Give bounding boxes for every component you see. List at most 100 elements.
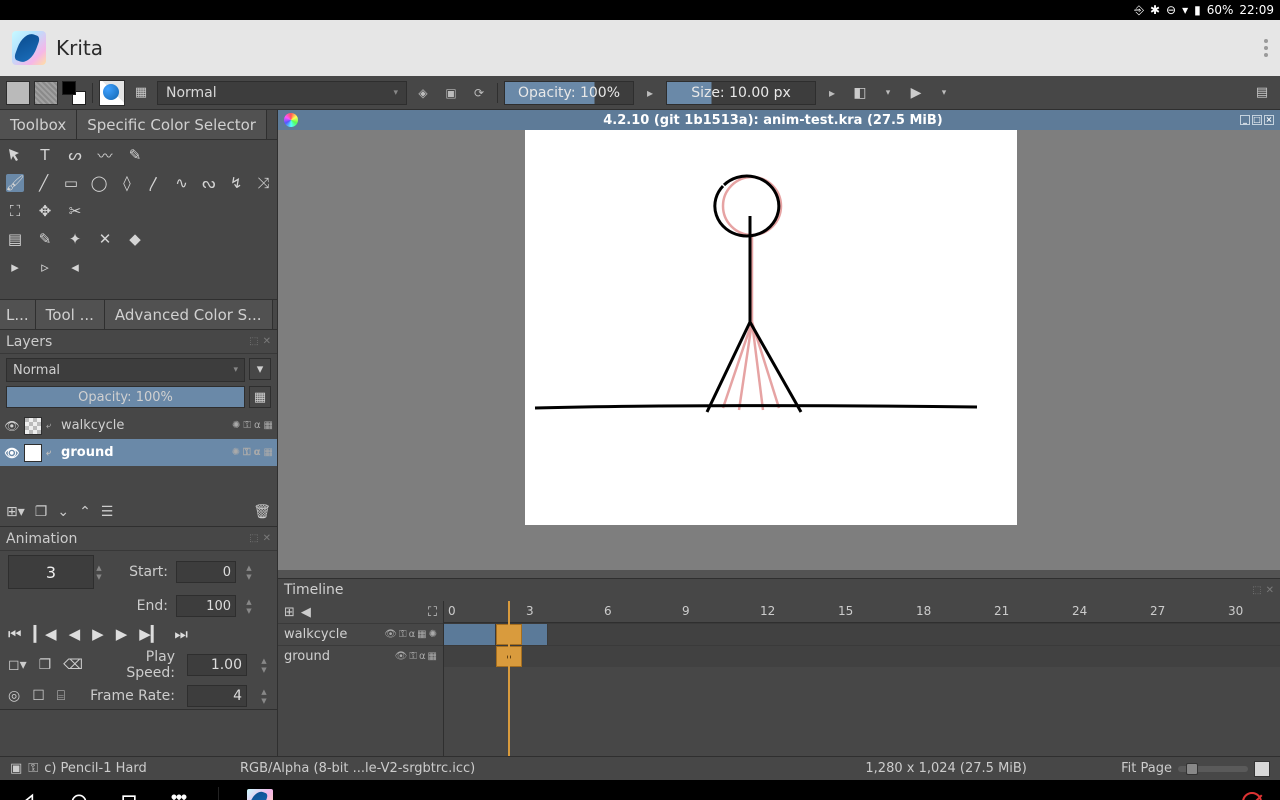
freehand-path-tool-icon[interactable]: ᔓ <box>201 174 216 192</box>
line-tool-icon[interactable]: ╱ <box>36 174 51 192</box>
size-slider[interactable]: Size: 10.00 px <box>666 81 816 105</box>
go-first-frame-icon[interactable]: ⏮ <box>8 625 22 643</box>
layer-opacity-options[interactable]: ▦ <box>249 386 271 408</box>
tab-specific-color[interactable]: Specific Color Selector <box>77 110 267 139</box>
tab-tool-options[interactable]: Tool ... <box>36 300 105 329</box>
recents-icon[interactable] <box>118 791 140 800</box>
multi-brush-tool-icon[interactable]: ⤨ <box>256 174 271 192</box>
tl-audio-icon[interactable]: ◀ <box>301 605 311 620</box>
app-drawer-icon[interactable] <box>168 791 190 800</box>
more-tools-1-icon[interactable]: ▸ <box>6 258 24 276</box>
audio-icon[interactable]: ☐ <box>32 688 45 704</box>
eye-icon[interactable]: 👁 <box>4 418 20 434</box>
current-frame-field[interactable]: 3 <box>8 555 94 589</box>
mirror-h-arrow-icon[interactable]: ▾ <box>876 82 900 104</box>
fit-page-label[interactable]: Fit Page <box>1121 761 1172 776</box>
workspace-chooser-icon[interactable]: ▤ <box>1250 82 1274 104</box>
play-icon[interactable]: ▶ <box>92 625 104 643</box>
bezier-tool-icon[interactable]: ∿ <box>174 174 189 192</box>
layer-filter-button[interactable]: ▾ <box>249 358 271 380</box>
tl-add-icon[interactable]: ⊞ <box>284 605 295 620</box>
del-frame-icon[interactable]: ⌫ <box>63 657 83 673</box>
dup-frame-icon[interactable]: ❐ <box>39 657 52 673</box>
maximize-icon[interactable]: □ <box>1252 115 1262 125</box>
timeline-track-ground[interactable]: ground 👁⚿α▦ <box>278 645 443 667</box>
go-next-key-icon[interactable]: ▶▎ <box>139 625 162 643</box>
gradient-tool-icon[interactable]: ✕ <box>96 230 114 248</box>
delete-layer-icon[interactable]: 🗑 <box>253 504 271 520</box>
move-tool-icon[interactable]: ✥ <box>36 202 54 220</box>
lock-icon[interactable]: ⚿ <box>243 420 251 431</box>
pattern-swatch[interactable] <box>34 81 58 105</box>
props-icon[interactable]: ▦ <box>264 420 273 431</box>
size-link-icon[interactable]: ▸ <box>820 82 844 104</box>
alpha-icon[interactable]: α <box>254 447 261 458</box>
go-prev-key-icon[interactable]: ▎◀ <box>34 625 57 643</box>
canvas-viewport[interactable] <box>278 130 1280 578</box>
mirror-v-arrow-icon[interactable]: ▾ <box>932 82 956 104</box>
drop-frames-icon[interactable]: ⌸ <box>57 688 65 704</box>
crop-tool-icon[interactable]: ✂ <box>66 202 84 220</box>
play-speed-field[interactable]: 1.00 <box>187 654 247 676</box>
duplicate-layer-icon[interactable]: ❐ <box>35 504 48 520</box>
add-layer-icon[interactable]: ⊞▾ <box>6 504 25 520</box>
eraser-icon[interactable]: ◈ <box>411 82 435 104</box>
timeline-playhead[interactable] <box>508 601 510 756</box>
tab-layers[interactable]: L... <box>0 300 36 329</box>
close-panel-icon[interactable]: ✕ <box>1266 585 1274 596</box>
brush-edit-icon[interactable]: ▦ <box>129 82 153 104</box>
home-icon[interactable] <box>68 791 90 800</box>
screen-rotation-lock-icon[interactable] <box>1242 792 1262 800</box>
ellipse-tool-icon[interactable]: ◯ <box>91 174 108 192</box>
tab-toolbox[interactable]: Toolbox <box>0 110 77 139</box>
tab-adv-color[interactable]: Advanced Color S... <box>105 300 273 329</box>
onion-icon[interactable]: ✺ <box>232 420 240 431</box>
mirror-horizontal-icon[interactable]: ◧ <box>848 82 872 104</box>
add-frame-icon[interactable]: ◻▾ <box>8 657 27 673</box>
calligraphy-tool-icon[interactable]: ᔕ <box>66 146 84 164</box>
brush-preset-button[interactable] <box>99 80 125 106</box>
dyna-tool-icon[interactable]: ↯ <box>228 174 243 192</box>
minimize-icon[interactable]: _ <box>1240 115 1250 125</box>
smart-patch-tool-icon[interactable]: ✦ <box>66 230 84 248</box>
layer-blend-combo[interactable]: Normal▾ <box>6 358 245 382</box>
layer-opacity-slider[interactable]: Opacity: 100% <box>6 386 245 408</box>
end-field[interactable]: 100 <box>176 595 236 617</box>
tl-zoom-icon[interactable]: ⛶ <box>428 605 437 620</box>
freehand-brush-tool-icon[interactable]: 🖌 <box>6 174 24 192</box>
layer-down-icon[interactable]: ⌄ <box>57 504 69 520</box>
pattern-edit-tool-icon[interactable]: ✎ <box>126 146 144 164</box>
rect-tool-icon[interactable]: ▭ <box>63 174 78 192</box>
zoom-btn-icon[interactable] <box>1254 761 1270 777</box>
eye-icon[interactable]: 👁 <box>4 445 20 461</box>
polygon-tool-icon[interactable]: ◊ <box>119 174 134 192</box>
color-picker-tool-icon[interactable]: ✎ <box>36 230 54 248</box>
back-icon[interactable] <box>18 791 40 800</box>
fg-bg-color[interactable] <box>62 81 86 105</box>
close-panel-icon[interactable]: ✕ <box>263 533 271 544</box>
assistant-tool-icon[interactable]: ◆ <box>126 230 144 248</box>
frame-rate-field[interactable]: 4 <box>187 685 247 707</box>
select-tool-icon[interactable] <box>6 146 24 164</box>
timeline-lane-ground[interactable] <box>444 645 1280 667</box>
edit-shapes-tool-icon[interactable]: 〰 <box>96 146 114 164</box>
layer-props-icon[interactable]: ☰ <box>101 504 114 520</box>
onion-icon[interactable]: ✺ <box>232 447 240 458</box>
running-krita-icon[interactable] <box>247 789 273 800</box>
timeline-track-walkcycle[interactable]: walkcycle 👁⚿α▦✺ <box>278 623 443 645</box>
more-tools-2-icon[interactable]: ▹ <box>36 258 54 276</box>
opacity-link-icon[interactable]: ▸ <box>638 82 662 104</box>
go-next-frame-icon[interactable]: ▶ <box>116 625 128 643</box>
onion-skin-icon[interactable]: ◎ <box>8 688 20 704</box>
zoom-slider[interactable] <box>1178 766 1248 772</box>
alpha-lock-icon[interactable]: ▣ <box>439 82 463 104</box>
timeline-lane-walkcycle[interactable] <box>444 623 1280 645</box>
fill-tool-icon[interactable]: ▤ <box>6 230 24 248</box>
props-icon[interactable]: ▦ <box>264 447 273 458</box>
close-doc-icon[interactable]: × <box>1264 115 1274 125</box>
overflow-menu-button[interactable] <box>1264 39 1268 57</box>
float-icon[interactable]: ⬚ <box>249 533 258 544</box>
transform-tool-icon[interactable]: ⛶ <box>6 202 24 220</box>
timeline-frame-grid[interactable]: 0 3 6 9 12 15 18 21 24 27 30 <box>444 601 1280 756</box>
alpha-icon[interactable]: α <box>254 420 261 431</box>
